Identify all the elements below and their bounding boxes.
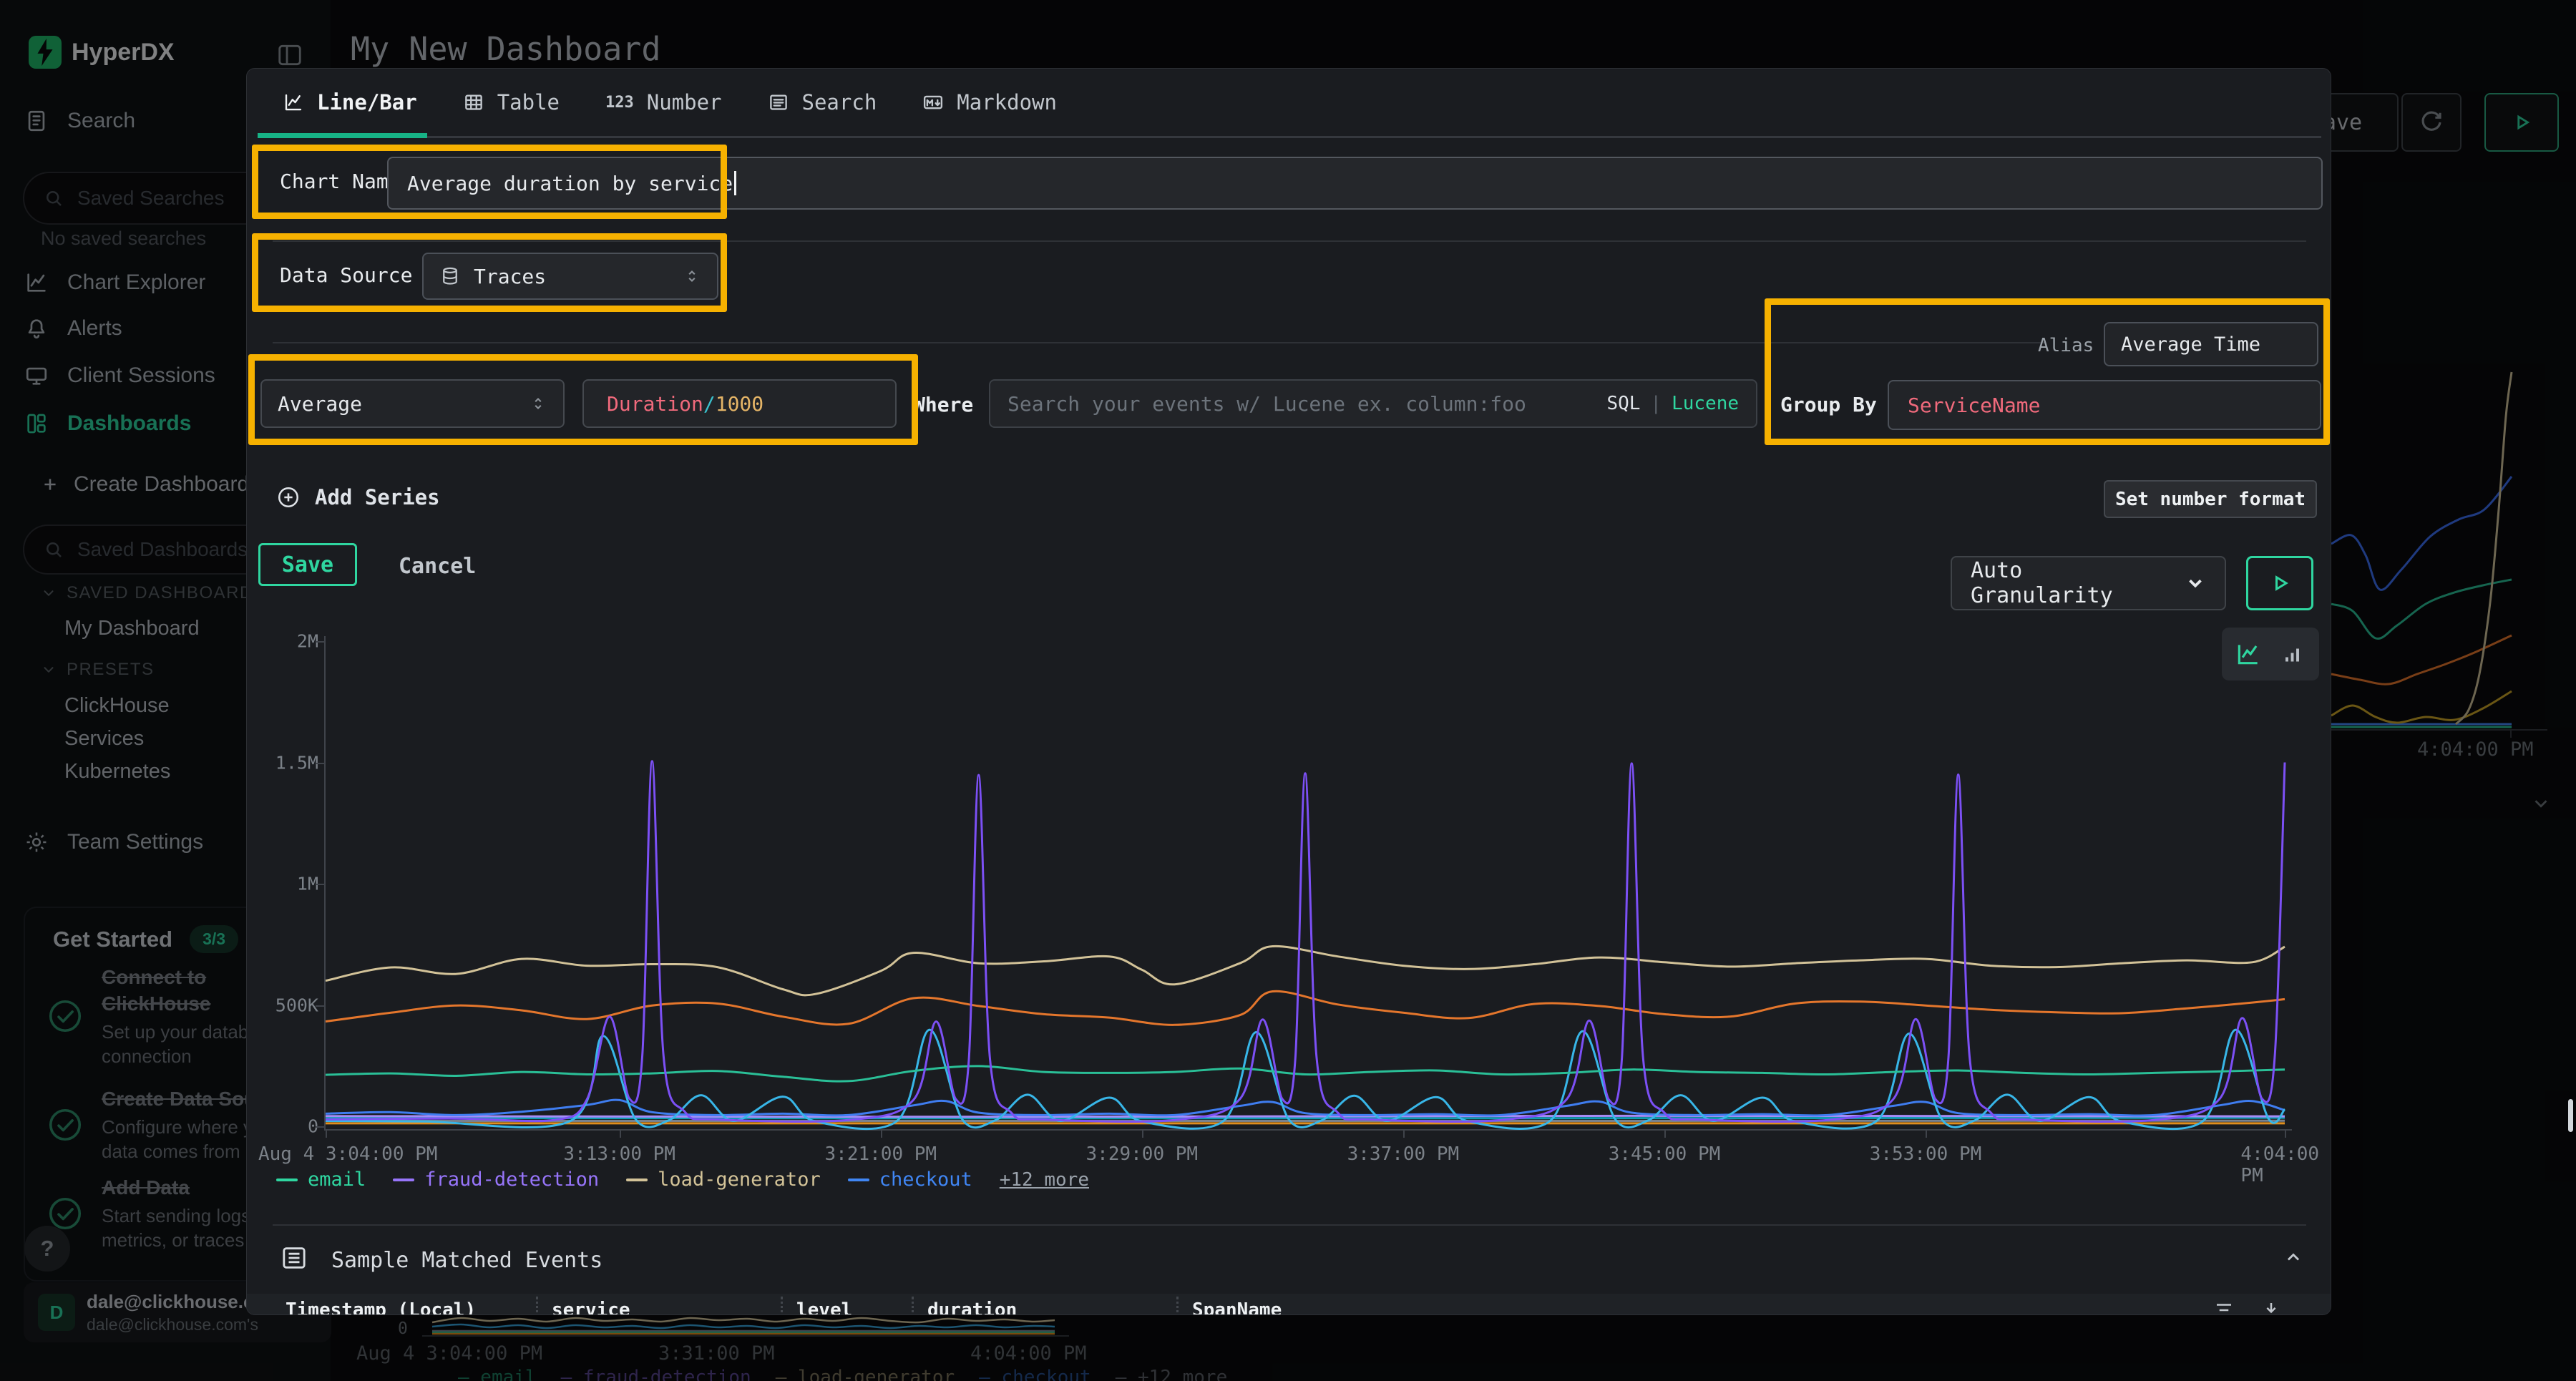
legend-swatch <box>626 1179 648 1181</box>
tab-table[interactable]: Table <box>463 90 560 114</box>
data-source-select[interactable]: Traces <box>422 253 718 300</box>
chart-type-tabs: Line/Bar Table 123 Number Search Markdown <box>283 90 1057 114</box>
x-axis-tick: 3:37:00 PM <box>1347 1143 1460 1165</box>
app-root: HyperDX Search Saved Searches No saved s… <box>0 0 2576 1381</box>
x-axis-tick: 4:04:00 PM <box>2240 1143 2319 1186</box>
chevron-updown-icon <box>529 394 547 413</box>
group-by-label: Group By <box>1780 393 1877 416</box>
table-icon <box>463 92 484 113</box>
save-button[interactable]: Save <box>258 543 357 586</box>
x-axis-tick: 3:45:00 PM <box>1609 1143 1721 1165</box>
where-input[interactable]: Search your events w/ Lucene ex. column:… <box>989 379 1757 428</box>
where-label: Where <box>913 393 973 416</box>
database-icon <box>439 265 461 287</box>
cancel-button[interactable]: Cancel <box>399 554 476 579</box>
legend-item-fraud-detection[interactable]: fraud-detection <box>393 1168 599 1191</box>
tab-number[interactable]: 123 Number <box>605 90 722 114</box>
field-expression-token: 1000 <box>716 392 763 416</box>
chart-name-input[interactable]: Average duration by service <box>387 157 2323 210</box>
chevron-updown-icon <box>683 267 701 286</box>
chart-name-label: Chart Name <box>280 170 401 193</box>
x-axis-tick: 3:53:00 PM <box>1870 1143 1982 1165</box>
legend-swatch <box>393 1179 414 1181</box>
column-separator <box>536 1297 538 1315</box>
column-separator <box>912 1297 914 1315</box>
download-icon[interactable] <box>2260 1299 2282 1315</box>
tab-line-bar[interactable]: Line/Bar <box>283 90 417 114</box>
main-chart <box>326 638 2288 1133</box>
markdown-icon <box>922 92 944 113</box>
tab-label: Table <box>497 90 560 114</box>
collapse-section-icon[interactable] <box>2281 1245 2306 1269</box>
field-expression-input[interactable]: Duration/1000 <box>582 379 897 428</box>
y-axis-tick: 1.5M <box>275 752 318 773</box>
number-icon: 123 <box>605 94 634 112</box>
sql-mode-toggle[interactable]: SQL <box>1606 393 1640 414</box>
column-separator <box>1176 1297 1179 1315</box>
legend-swatch <box>848 1179 869 1181</box>
tab-search[interactable]: Search <box>768 90 877 114</box>
legend-more-link[interactable]: +12 more <box>1000 1169 1089 1191</box>
column-header-timestamp-local-[interactable]: Timestamp (Local) <box>286 1299 476 1315</box>
data-source-label: Data Source <box>280 263 412 287</box>
legend-item-checkout[interactable]: checkout <box>848 1168 972 1191</box>
scrollbar-thumb[interactable] <box>2568 1099 2573 1132</box>
plus-circle-icon <box>276 485 301 509</box>
x-axis-tick: Aug 4 3:04:00 PM <box>258 1143 437 1165</box>
events-table-header: Timestamp (Local) service level duration Spa… <box>247 1294 2331 1315</box>
alias-input[interactable]: Average Time <box>2104 322 2318 366</box>
legend-label: email <box>308 1168 366 1191</box>
x-axis-tick: 3:13:00 PM <box>563 1143 675 1165</box>
granularity-select[interactable]: Auto Granularity <box>1951 556 2226 610</box>
list-icon <box>768 92 789 113</box>
series-email <box>326 1066 2285 1081</box>
series-load-generator <box>326 946 2285 995</box>
chevron-down-icon <box>2185 572 2206 594</box>
add-series-button[interactable]: Add Series <box>276 485 440 509</box>
list-icon <box>280 1244 308 1272</box>
group-by-input[interactable]: ServiceName <box>1888 380 2321 430</box>
legend-item-load-generator[interactable]: load-generator <box>626 1168 821 1191</box>
where-placeholder: Search your events w/ Lucene ex. column:… <box>1008 392 1606 416</box>
field-expression-token: / <box>703 392 716 416</box>
text-cursor <box>734 171 736 195</box>
line-chart-icon <box>283 92 304 113</box>
set-number-format-button[interactable]: Set number format <box>2104 480 2317 518</box>
tab-label: Search <box>802 90 877 114</box>
y-axis-tick: 500K <box>275 995 318 1015</box>
legend-label: fraud-detection <box>424 1168 599 1191</box>
active-tab-underline <box>258 133 427 138</box>
tab-label: Number <box>647 90 722 114</box>
x-axis-tick: 3:21:00 PM <box>825 1143 937 1165</box>
tab-label: Markdown <box>957 90 1057 114</box>
field-expression-token: Duration <box>607 392 703 416</box>
alias-label: Alias <box>2038 335 2094 356</box>
sample-events-title: Sample Matched Events <box>331 1248 602 1273</box>
legend-swatch <box>276 1179 298 1181</box>
legend-label: load-generator <box>658 1168 821 1191</box>
chart-legend: email fraud-detection load-generator checko… <box>276 1168 1089 1191</box>
column-header-level[interactable]: level <box>796 1299 852 1315</box>
legend-item-email[interactable]: email <box>276 1168 366 1191</box>
column-header-duration[interactable]: duration <box>927 1299 1017 1315</box>
tab-label: Line/Bar <box>317 90 417 114</box>
aggregation-select[interactable]: Average <box>260 379 565 428</box>
run-query-button[interactable] <box>2246 556 2313 610</box>
filter-icon[interactable] <box>2213 1299 2235 1315</box>
play-icon <box>2267 570 2293 596</box>
column-separator <box>781 1297 783 1315</box>
lucene-mode-toggle[interactable]: Lucene <box>1672 393 1739 414</box>
series-fraud-detection <box>326 761 2285 1122</box>
legend-label: checkout <box>879 1168 972 1191</box>
x-axis-tick: 3:29:00 PM <box>1086 1143 1199 1165</box>
series-unlabeled-orange <box>326 991 2285 1025</box>
edit-chart-modal: Line/Bar Table 123 Number Search Markdown Cha… <box>246 68 2331 1315</box>
column-header-spanname[interactable]: SpanName <box>1192 1299 1282 1315</box>
column-header-service[interactable]: service <box>552 1299 630 1315</box>
tab-markdown[interactable]: Markdown <box>922 90 1057 114</box>
